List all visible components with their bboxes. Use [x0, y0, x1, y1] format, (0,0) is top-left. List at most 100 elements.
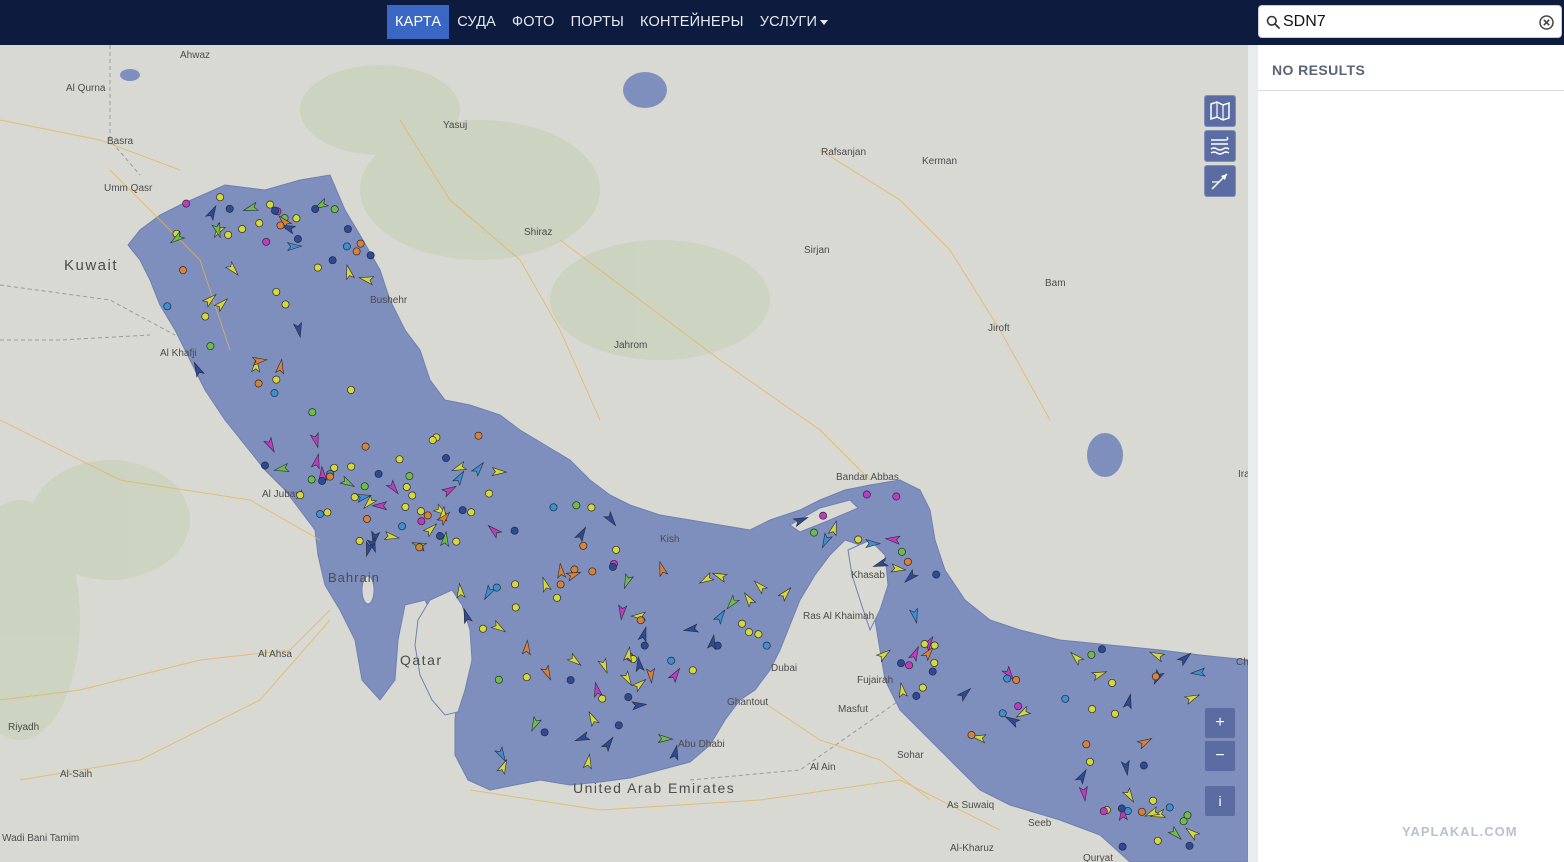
vessel-marker-stopped[interactable]	[238, 225, 247, 233]
vessel-marker-stopped[interactable]	[624, 693, 633, 702]
vessel-marker-stopped[interactable]	[967, 731, 976, 739]
vessel-marker-stopped[interactable]	[745, 628, 753, 637]
vessel-marker-stopped[interactable]	[892, 492, 901, 501]
vessel-marker-stopped[interactable]	[408, 491, 417, 500]
weather-layer-button[interactable]	[1204, 130, 1236, 162]
vessel-marker-stopped[interactable]	[405, 472, 414, 481]
vessel-marker-stopped[interactable]	[556, 580, 565, 589]
vessel-marker-stopped[interactable]	[347, 385, 355, 394]
vessel-marker-stopped[interactable]	[912, 692, 921, 700]
vessel-marker-stopped[interactable]	[930, 641, 939, 650]
vessel-marker-stopped[interactable]	[328, 256, 337, 265]
vessel-marker-stopped[interactable]	[330, 463, 339, 472]
vessel-marker-stopped[interactable]	[442, 454, 450, 463]
vessel-marker-stopped[interactable]	[1003, 674, 1012, 683]
vessel-marker-stopped[interactable]	[920, 640, 929, 648]
vessel-marker-stopped[interactable]	[572, 501, 581, 510]
vessel-marker-stopped[interactable]	[272, 287, 281, 296]
vessel-marker-stopped[interactable]	[688, 666, 697, 675]
zoom-out-button[interactable]: −	[1204, 740, 1236, 772]
vessel-marker-stopped[interactable]	[897, 659, 905, 668]
vessel-marker-stopped[interactable]	[323, 508, 332, 517]
vessel-marker-stopped[interactable]	[276, 221, 285, 230]
vessel-marker-stopped[interactable]	[292, 214, 301, 223]
vessel-marker-stopped[interactable]	[436, 532, 444, 540]
vessel-marker-stopped[interactable]	[608, 562, 617, 571]
vessel-marker-stopped[interactable]	[1086, 757, 1094, 766]
vessel-marker-stopped[interactable]	[667, 656, 676, 665]
vessel-marker-stopped[interactable]	[566, 676, 575, 685]
vessel-marker-stopped[interactable]	[1185, 841, 1194, 850]
tracks-button[interactable]	[1204, 165, 1236, 197]
vessel-marker-stopped[interactable]	[467, 508, 476, 517]
vessel-marker-stopped[interactable]	[1139, 761, 1148, 770]
vessel-marker-stopped[interactable]	[492, 583, 501, 592]
vessel-map[interactable]: Ahwaz Al Qurna Basra Umm Qasr Kuwait Al …	[0, 45, 1248, 862]
vessel-marker-stopped[interactable]	[355, 537, 364, 545]
vessel-marker-stopped[interactable]	[1117, 804, 1126, 813]
vessel-marker-stopped[interactable]	[452, 537, 461, 546]
vessel-marker-stopped[interactable]	[1099, 807, 1108, 816]
map-layers-button[interactable]	[1204, 95, 1236, 127]
vessel-marker-stopped[interactable]	[549, 503, 558, 512]
vessel-marker-stopped[interactable]	[587, 503, 596, 512]
vessel-marker-stopped[interactable]	[182, 199, 191, 208]
vessel-marker-stopped[interactable]	[810, 528, 818, 537]
vessel-marker-stopped[interactable]	[270, 389, 279, 398]
vessel-marker-stopped[interactable]	[1151, 672, 1160, 681]
vessel-marker-stopped[interactable]	[271, 206, 279, 215]
vessel-marker-stopped[interactable]	[343, 225, 352, 234]
vessel-marker-stopped[interactable]	[316, 510, 324, 519]
vessel-marker-stopped[interactable]	[1098, 645, 1106, 654]
vessel-marker-stopped[interactable]	[510, 526, 519, 535]
vessel-marker-stopped[interactable]	[762, 641, 771, 650]
vessel-marker-stopped[interactable]	[636, 616, 645, 625]
vessel-marker-stopped[interactable]	[296, 491, 305, 500]
vessel-marker-stopped[interactable]	[897, 547, 906, 556]
vessel-marker-stopped[interactable]	[905, 661, 914, 670]
nav-map[interactable]: КАРТА	[387, 5, 450, 39]
vessel-marker-stopped[interactable]	[179, 266, 187, 275]
vessel-marker-stopped[interactable]	[262, 237, 271, 246]
vessel-marker-stopped[interactable]	[819, 511, 828, 520]
vessel-marker-stopped[interactable]	[347, 462, 356, 471]
vessel-marker-stopped[interactable]	[318, 476, 327, 485]
vessel-marker-stopped[interactable]	[479, 624, 487, 633]
nav-photos[interactable]: ФОТО	[504, 5, 563, 39]
vessel-marker-stopped[interactable]	[612, 545, 621, 554]
vessel-marker-stopped[interactable]	[1087, 650, 1096, 659]
vessel-marker-stopped[interactable]	[570, 565, 579, 574]
nav-containers[interactable]: КОНТЕЙНЕРЫ	[632, 5, 752, 39]
vessel-marker-stopped[interactable]	[754, 630, 763, 639]
vessel-marker-stopped[interactable]	[1088, 705, 1097, 714]
vessel-marker-stopped[interactable]	[272, 375, 281, 384]
vessel-marker-stopped[interactable]	[614, 721, 623, 730]
vessel-marker-stopped[interactable]	[588, 567, 597, 576]
vessel-marker-stopped[interactable]	[932, 570, 941, 579]
vessel-marker-stopped[interactable]	[918, 683, 927, 692]
vessel-marker-stopped[interactable]	[360, 482, 369, 491]
vessel-marker-stopped[interactable]	[474, 431, 483, 440]
vessel-marker-stopped[interactable]	[266, 200, 275, 209]
vessel-marker-stopped[interactable]	[311, 205, 320, 214]
vessel-marker-stopped[interactable]	[511, 580, 520, 589]
vessel-marker-stopped[interactable]	[216, 193, 225, 202]
vessel-marker-stopped[interactable]	[1061, 694, 1070, 703]
vessel-marker-stopped[interactable]	[458, 506, 467, 515]
vessel-marker-stopped[interactable]	[374, 469, 383, 478]
vessel-marker-stopped[interactable]	[522, 673, 531, 682]
vessel-marker-stopped[interactable]	[307, 475, 316, 484]
clear-search-icon[interactable]	[1539, 15, 1554, 30]
nav-ports[interactable]: ПОРТЫ	[563, 5, 632, 39]
vessel-marker-stopped[interactable]	[255, 219, 264, 228]
vessel-marker-stopped[interactable]	[402, 483, 411, 491]
vessel-marker-stopped[interactable]	[313, 263, 322, 272]
vessel-marker-stopped[interactable]	[928, 667, 937, 676]
vessel-marker-stopped[interactable]	[281, 300, 290, 309]
vessel-marker-stopped[interactable]	[417, 517, 426, 526]
vessel-marker-stopped[interactable]	[356, 239, 365, 248]
vessel-marker-stopped[interactable]	[1014, 702, 1023, 711]
vessel-marker-stopped[interactable]	[428, 436, 437, 445]
vessel-marker-stopped[interactable]	[738, 619, 746, 628]
vessel-marker-stopped[interactable]	[326, 472, 334, 481]
